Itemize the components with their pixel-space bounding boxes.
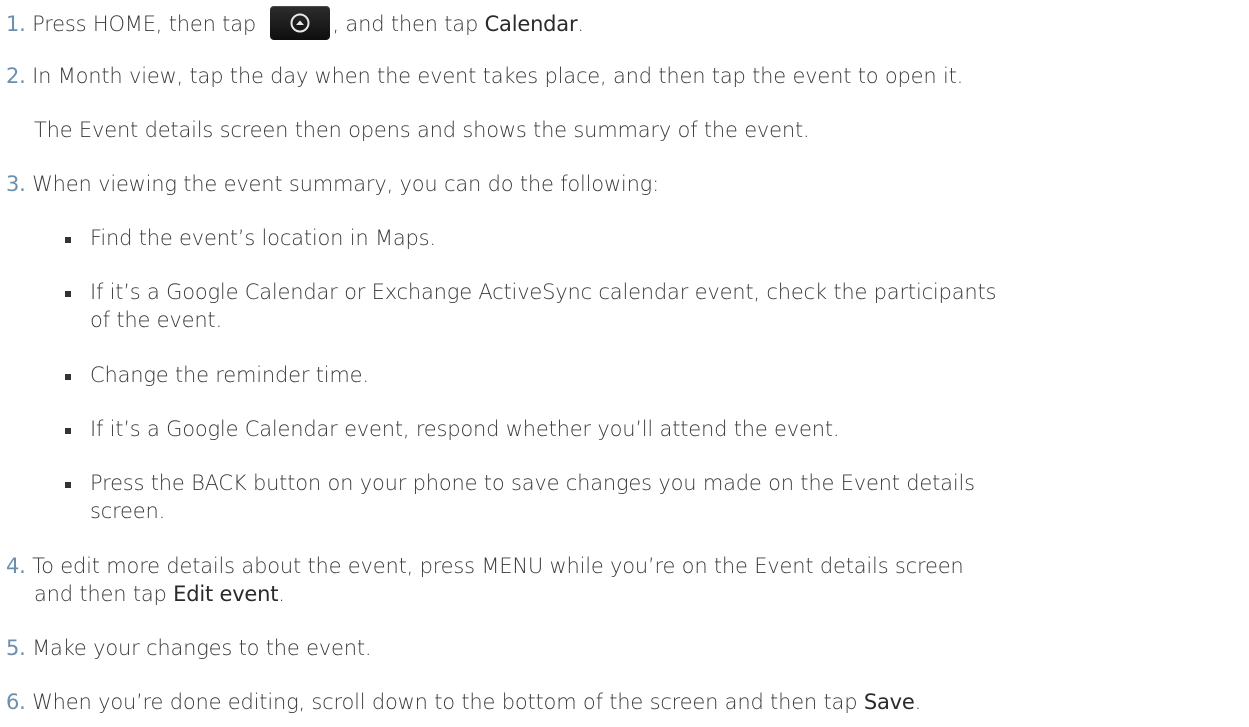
step-number: 6. [6, 690, 26, 714]
step-text-end: . [278, 582, 285, 606]
bullet-item: If it’s a Google Calendar or Exchange Ac… [90, 280, 997, 304]
step-text: Make your changes to the event. [25, 636, 372, 660]
bullet-marker [65, 482, 71, 488]
bullet-marker [65, 428, 71, 434]
step-text-middle: , and then tap [332, 12, 485, 36]
step-text: In Month view, tap the day when the even… [25, 64, 964, 88]
step-4: 4. To edit more details about the event,… [6, 553, 964, 579]
step-6: 6. When you’re done editing, scroll down… [6, 689, 921, 715]
bullet-item: If it’s a Google Calendar event, respond… [90, 417, 840, 441]
bullet-marker [65, 291, 71, 297]
instruction-document: 1. Press HOME, then tap , and then tap C… [0, 0, 1249, 727]
step-text: To edit more details about the event, pr… [25, 554, 964, 578]
ui-term-calendar: Calendar [484, 12, 578, 36]
step-text: Press HOME, then tap [25, 12, 263, 36]
step-text: and then tap [34, 582, 174, 606]
step-number: 3. [6, 172, 26, 196]
bullet-marker [65, 237, 71, 243]
step-text: When you’re done editing, scroll down to… [25, 690, 864, 714]
step-text-end: . [914, 690, 922, 714]
bullet-item: Press the BACK button on your phone to s… [90, 471, 975, 495]
step-1: 1. Press HOME, then tap , and then tap C… [6, 6, 584, 42]
step-3: 3. When viewing the event summary, you c… [6, 171, 659, 197]
bullet-item: Find the event’s location in Maps. [90, 226, 436, 250]
bullet-item-continued: screen. [90, 499, 166, 523]
step-5: 5. Make your changes to the event. [6, 635, 372, 661]
step-2: 2. In Month view, tap the day when the e… [6, 63, 963, 89]
step-text: When viewing the event summary, you can … [25, 172, 659, 196]
ui-term-save: Save [863, 690, 915, 714]
step-number: 5. [6, 636, 26, 660]
all-apps-icon [270, 6, 331, 40]
step-number: 4. [6, 554, 26, 578]
bullet-marker [65, 374, 71, 380]
bullet-item-continued: of the event. [90, 308, 222, 332]
ui-term-edit-event: Edit event [173, 582, 279, 606]
step-number: 2. [6, 64, 26, 88]
step-text-end: . [577, 12, 584, 36]
step-4-continued: and then tap Edit event. [34, 581, 285, 607]
step-2-note: The Event details screen then opens and … [34, 118, 810, 142]
step-number: 1. [6, 12, 26, 36]
bullet-item: Change the reminder time. [90, 363, 369, 387]
